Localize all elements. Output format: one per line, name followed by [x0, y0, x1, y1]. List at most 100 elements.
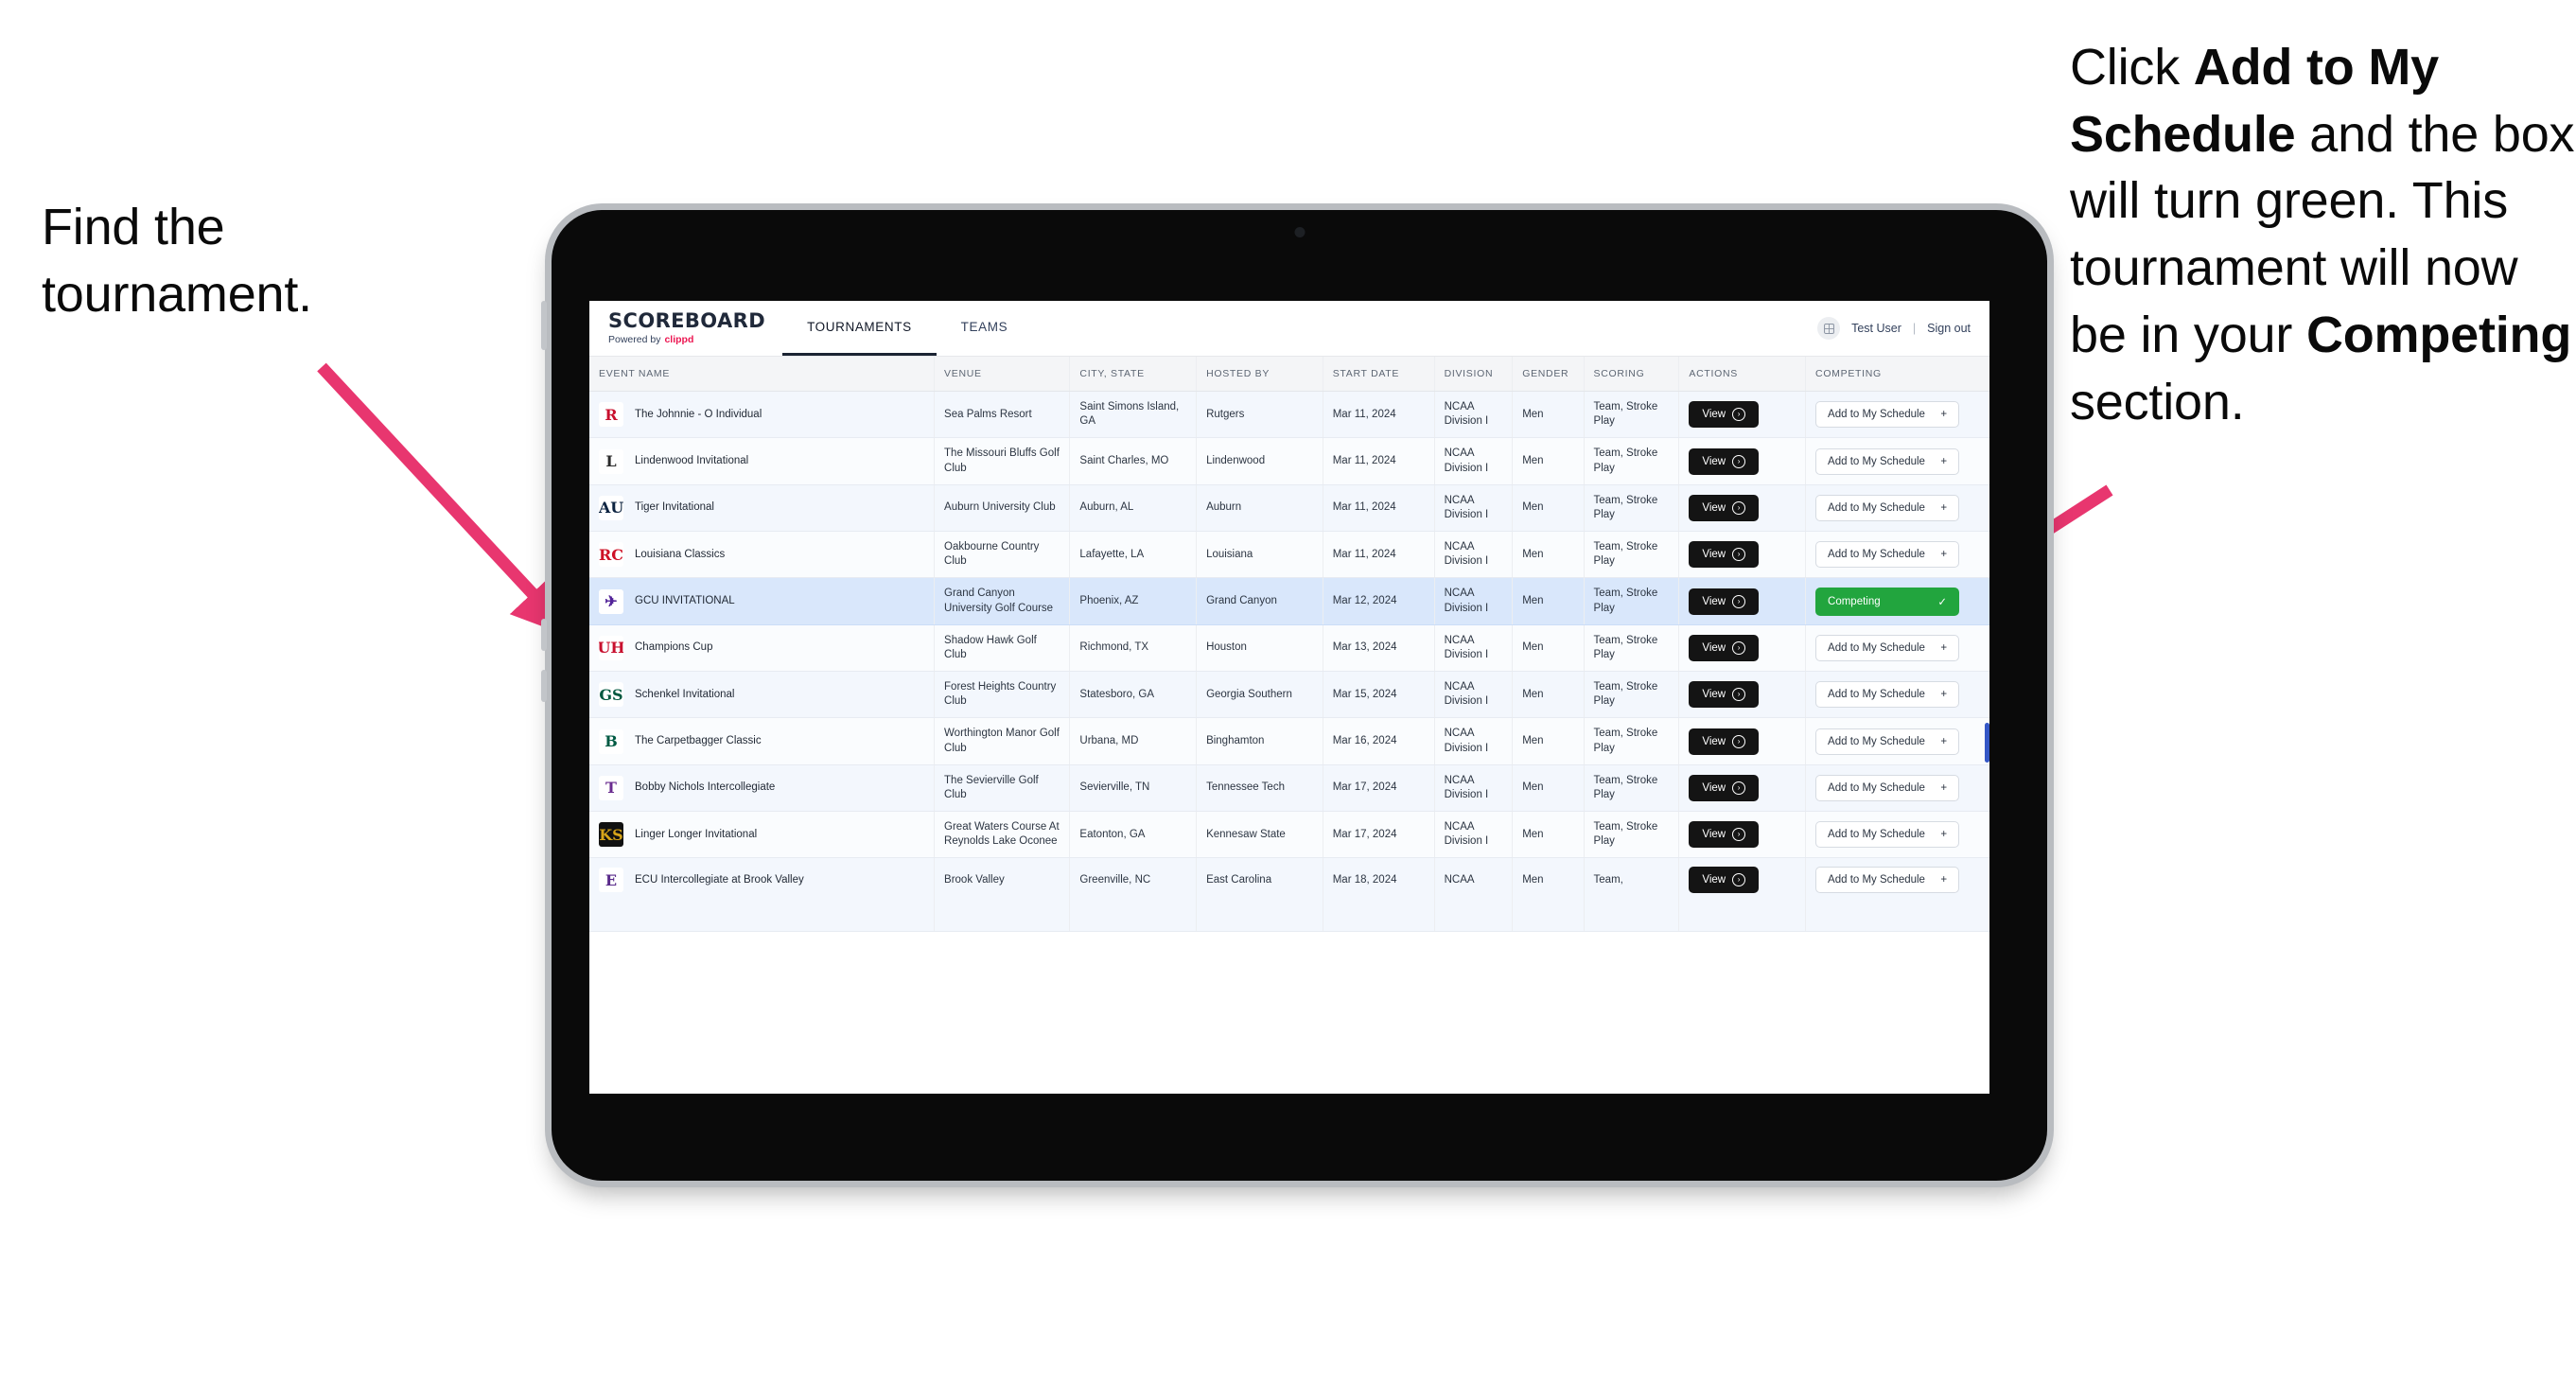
- table-row[interactable]: RC Louisiana Classics Oakbourne Country Cl…: [589, 531, 1989, 579]
- add-to-my-schedule-button[interactable]: Add to My Schedule +: [1815, 681, 1960, 709]
- table-row[interactable]: E ECU Intercollegiate at Brook Valley Broo…: [589, 857, 1989, 933]
- event-name-label: The Carpetbagger Classic: [635, 734, 762, 746]
- column-header-5[interactable]: DIVISION: [1434, 357, 1514, 392]
- cell-division: NCAA Division I: [1434, 764, 1514, 813]
- add-to-my-schedule-button[interactable]: Add to My Schedule +: [1815, 634, 1960, 661]
- tab-teams[interactable]: TEAMS: [937, 301, 1033, 356]
- view-button[interactable]: View ›: [1689, 774, 1760, 801]
- cell-scoring: Team,: [1584, 857, 1680, 933]
- table-row[interactable]: R The Johnnie - O Individual Sea Palms Res…: [589, 391, 1989, 439]
- cell-event-name: R The Johnnie - O Individual: [589, 391, 936, 439]
- plus-icon: +: [1940, 874, 1948, 886]
- view-button[interactable]: View ›: [1689, 867, 1760, 894]
- view-button-label: View: [1702, 549, 1726, 561]
- volume-button[interactable]: [541, 301, 547, 350]
- team-logo-icon: KS: [599, 822, 623, 848]
- user-name: Test User: [1851, 322, 1901, 335]
- column-header-4[interactable]: START DATE: [1323, 357, 1435, 392]
- view-button[interactable]: View ›: [1689, 494, 1760, 521]
- annotation-left: Find the tournament.: [42, 199, 312, 324]
- cell-scoring: Team, Stroke Play: [1584, 437, 1680, 485]
- cell-venue: Brook Valley: [934, 857, 1071, 933]
- add-to-my-schedule-button[interactable]: Add to My Schedule +: [1815, 494, 1960, 521]
- view-button[interactable]: View ›: [1689, 541, 1760, 569]
- annotation-right-part-0: Click: [2070, 39, 2194, 96]
- cell-hosted-by: East Carolina: [1196, 857, 1323, 933]
- column-header-1[interactable]: VENUE: [934, 357, 1071, 392]
- add-to-my-schedule-label: Add to My Schedule: [1828, 549, 1925, 561]
- cell-hosted-by: Georgia Southern: [1196, 671, 1323, 719]
- view-button[interactable]: View ›: [1689, 728, 1760, 755]
- plus-icon: +: [1940, 829, 1948, 841]
- view-button-label: View: [1702, 829, 1726, 841]
- column-header-9[interactable]: COMPETING: [1805, 357, 1989, 392]
- event-name-label: Champions Cup: [635, 641, 713, 654]
- view-button[interactable]: View ›: [1689, 401, 1760, 429]
- side-button-a[interactable]: [541, 619, 547, 651]
- vertical-scrollbar[interactable]: [1985, 723, 1989, 763]
- cell-actions: View ›: [1678, 484, 1807, 533]
- cell-competing: Add to My Schedule +: [1805, 811, 1989, 859]
- cell-start-date: Mar 16, 2024: [1323, 717, 1435, 765]
- add-to-my-schedule-button[interactable]: Add to My Schedule +: [1815, 447, 1960, 475]
- add-to-my-schedule-button[interactable]: Add to My Schedule +: [1815, 774, 1960, 801]
- annotation-right-part-4: section.: [2070, 373, 2245, 430]
- cell-competing: Add to My Schedule +: [1805, 717, 1989, 765]
- arrow-right-circle-icon: ›: [1732, 454, 1746, 468]
- cell-start-date: Mar 11, 2024: [1323, 391, 1435, 439]
- sign-out-link[interactable]: Sign out: [1927, 322, 1971, 335]
- tab-tournaments[interactable]: TOURNAMENTS: [782, 301, 937, 356]
- competing-button[interactable]: Competing ✓: [1815, 587, 1960, 616]
- view-button[interactable]: View ›: [1689, 634, 1760, 661]
- table-row[interactable]: UH Champions Cup Shadow Hawk Golf Club Rich…: [589, 624, 1989, 673]
- user-grid-icon[interactable]: [1817, 317, 1841, 340]
- column-header-7[interactable]: SCORING: [1584, 357, 1680, 392]
- team-logo-icon: R: [599, 402, 623, 428]
- annotation-right-part-3: Competing: [2305, 306, 2572, 363]
- cell-hosted-by: Rutgers: [1196, 391, 1323, 439]
- column-header-6[interactable]: GENDER: [1512, 357, 1585, 392]
- cell-city-state: Sevierville, TN: [1069, 764, 1198, 813]
- cell-city-state: Lafayette, LA: [1069, 531, 1198, 579]
- add-to-my-schedule-button[interactable]: Add to My Schedule +: [1815, 867, 1960, 894]
- column-header-3[interactable]: HOSTED BY: [1196, 357, 1323, 392]
- table-row[interactable]: AU Tiger Invitational Auburn University Cl…: [589, 484, 1989, 533]
- event-name-label: Bobby Nichols Intercollegiate: [635, 781, 776, 794]
- view-button[interactable]: View ›: [1689, 821, 1760, 849]
- team-logo-icon: UH: [599, 635, 623, 660]
- cell-start-date: Mar 17, 2024: [1323, 811, 1435, 859]
- cell-actions: View ›: [1678, 764, 1807, 813]
- cell-division: NCAA: [1434, 857, 1514, 933]
- column-header-0[interactable]: EVENT NAME: [589, 357, 936, 392]
- view-button[interactable]: View ›: [1689, 447, 1760, 475]
- arrow-right-circle-icon: ›: [1732, 548, 1746, 562]
- cell-gender: Men: [1512, 437, 1585, 485]
- tournaments-table: EVENT NAME VENUE CITY, STATE HOSTED BY START…: [589, 357, 1989, 933]
- cell-event-name: E ECU Intercollegiate at Brook Valley: [589, 857, 936, 933]
- add-to-my-schedule-button[interactable]: Add to My Schedule +: [1815, 728, 1960, 755]
- table-row[interactable]: KS Linger Longer Invitational Great Waters…: [589, 811, 1989, 859]
- brand-clippd-text: clippd: [664, 334, 694, 346]
- column-header-8[interactable]: ACTIONS: [1678, 357, 1807, 392]
- view-button[interactable]: View ›: [1689, 681, 1760, 709]
- table-row[interactable]: ✈ GCU INVITATIONAL Grand Canyon University…: [589, 577, 1989, 625]
- table-row[interactable]: B The Carpetbagger Classic Worthington Man…: [589, 717, 1989, 765]
- side-button-b[interactable]: [541, 670, 547, 702]
- table-row[interactable]: T Bobby Nichols Intercollegiate The Sevier…: [589, 764, 1989, 813]
- cell-scoring: Team, Stroke Play: [1584, 391, 1680, 439]
- column-header-2[interactable]: CITY, STATE: [1069, 357, 1198, 392]
- cell-gender: Men: [1512, 577, 1585, 625]
- cell-division: NCAA Division I: [1434, 577, 1514, 625]
- cell-actions: View ›: [1678, 531, 1807, 579]
- add-to-my-schedule-button[interactable]: Add to My Schedule +: [1815, 821, 1960, 849]
- cell-gender: Men: [1512, 764, 1585, 813]
- add-to-my-schedule-button[interactable]: Add to My Schedule +: [1815, 541, 1960, 569]
- event-name-label: Linger Longer Invitational: [635, 828, 758, 840]
- add-to-my-schedule-button[interactable]: Add to My Schedule +: [1815, 401, 1960, 429]
- table-row[interactable]: L Lindenwood Invitational The Missouri Blu…: [589, 437, 1989, 485]
- view-button[interactable]: View ›: [1689, 588, 1760, 615]
- event-name-label: The Johnnie - O Individual: [635, 408, 762, 420]
- brand-logo[interactable]: SCOREBOARD Powered by clippd: [589, 301, 782, 356]
- table-row[interactable]: GS Schenkel Invitational Forest Heights Co…: [589, 671, 1989, 719]
- view-button-label: View: [1702, 689, 1726, 701]
